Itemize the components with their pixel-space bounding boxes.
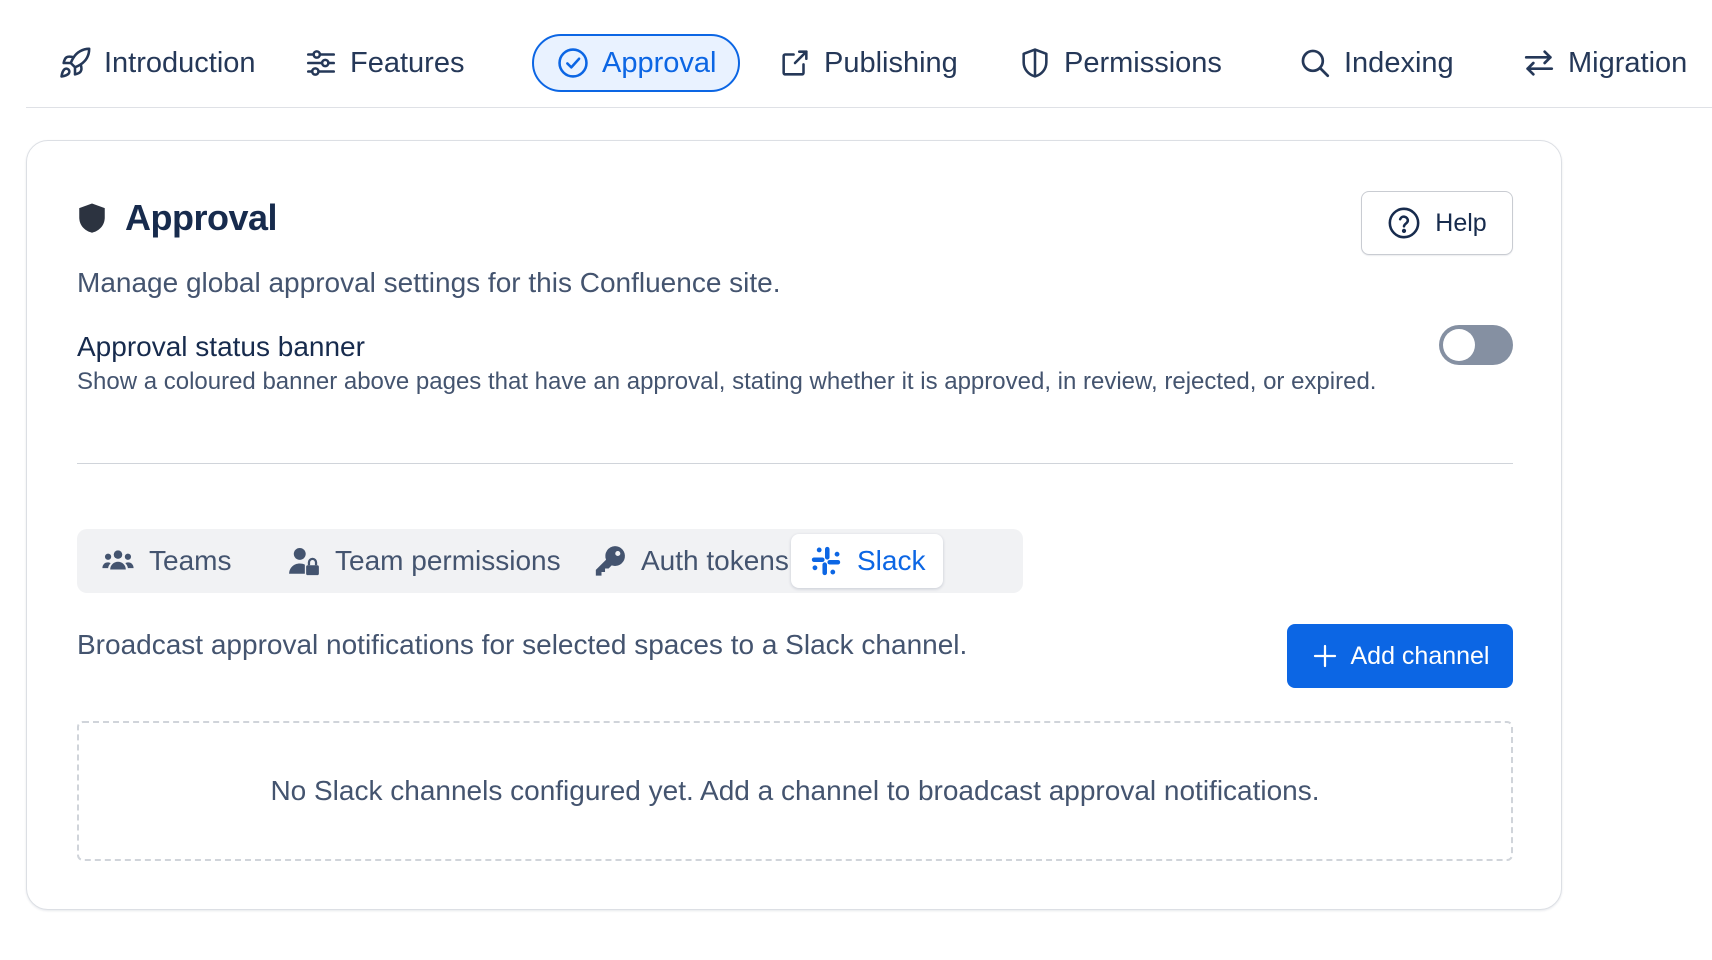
add-channel-label: Add channel xyxy=(1350,641,1490,670)
sliders-icon xyxy=(306,50,336,76)
page-title: Approval xyxy=(125,197,278,238)
tab-permissions[interactable]: Permissions xyxy=(996,34,1244,92)
tab-label: Introduction xyxy=(104,46,256,79)
subtab-teams[interactable]: Teams xyxy=(83,534,249,588)
subtab-auth-tokens[interactable]: Auth tokens xyxy=(575,534,807,588)
card-header: Approval xyxy=(75,197,278,239)
tab-label: Publishing xyxy=(824,46,958,79)
share-icon xyxy=(782,50,808,76)
rocket-icon xyxy=(60,47,91,78)
help-button[interactable]: Help xyxy=(1361,191,1513,255)
subtab-label: Teams xyxy=(149,545,232,576)
help-label: Help xyxy=(1435,208,1487,237)
top-navigation: Introduction Features Approval Publishin… xyxy=(26,32,1712,108)
shield-filled-icon xyxy=(79,203,105,233)
empty-state-message: No Slack channels configured yet. Add a … xyxy=(270,775,1320,806)
tab-migration[interactable]: Migration xyxy=(1500,34,1709,92)
settings-subtabs: Teams Team permissions Auth tokens Slack xyxy=(77,529,1023,593)
tab-approval[interactable]: Approval xyxy=(532,34,741,92)
setting-title: Approval status banner xyxy=(77,331,365,362)
setting-description: Show a coloured banner above pages that … xyxy=(77,368,1377,395)
tab-indexing[interactable]: Indexing xyxy=(1276,34,1476,92)
people-group-icon xyxy=(102,550,134,570)
tab-publishing[interactable]: Publishing xyxy=(756,34,980,92)
add-channel-button[interactable]: Add channel xyxy=(1287,624,1513,688)
empty-state: No Slack channels configured yet. Add a … xyxy=(77,721,1513,861)
toggle-knob xyxy=(1443,329,1475,361)
slack-icon xyxy=(811,546,841,576)
shield-icon xyxy=(1022,48,1048,78)
key-icon xyxy=(595,546,625,576)
tab-features[interactable]: Features xyxy=(282,34,486,92)
tab-label: Indexing xyxy=(1344,46,1454,79)
subtab-team-permissions[interactable]: Team permissions xyxy=(269,534,579,588)
subtab-label: Slack xyxy=(857,545,926,576)
user-lock-icon xyxy=(289,547,319,576)
approval-settings-card: Approval Help Manage global approval set… xyxy=(26,140,1562,910)
check-circle-icon xyxy=(558,48,588,78)
divider xyxy=(77,463,1513,464)
tab-label: Approval xyxy=(602,46,717,79)
slack-description: Broadcast approval notifications for sel… xyxy=(77,629,968,660)
tab-label: Migration xyxy=(1568,46,1688,79)
subtab-label: Auth tokens xyxy=(641,545,789,576)
plus-icon xyxy=(1314,644,1337,668)
tab-label: Features xyxy=(350,46,465,79)
arrows-swap-icon xyxy=(1524,50,1554,76)
approval-banner-toggle[interactable] xyxy=(1439,325,1513,365)
subtab-slack[interactable]: Slack xyxy=(791,534,944,588)
subtab-label: Team permissions xyxy=(335,545,561,576)
question-circle-icon xyxy=(1388,207,1420,239)
page-description: Manage global approval settings for this… xyxy=(77,267,781,298)
search-icon xyxy=(1301,49,1330,78)
tab-label: Permissions xyxy=(1064,46,1222,79)
tab-introduction[interactable]: Introduction xyxy=(36,34,278,92)
